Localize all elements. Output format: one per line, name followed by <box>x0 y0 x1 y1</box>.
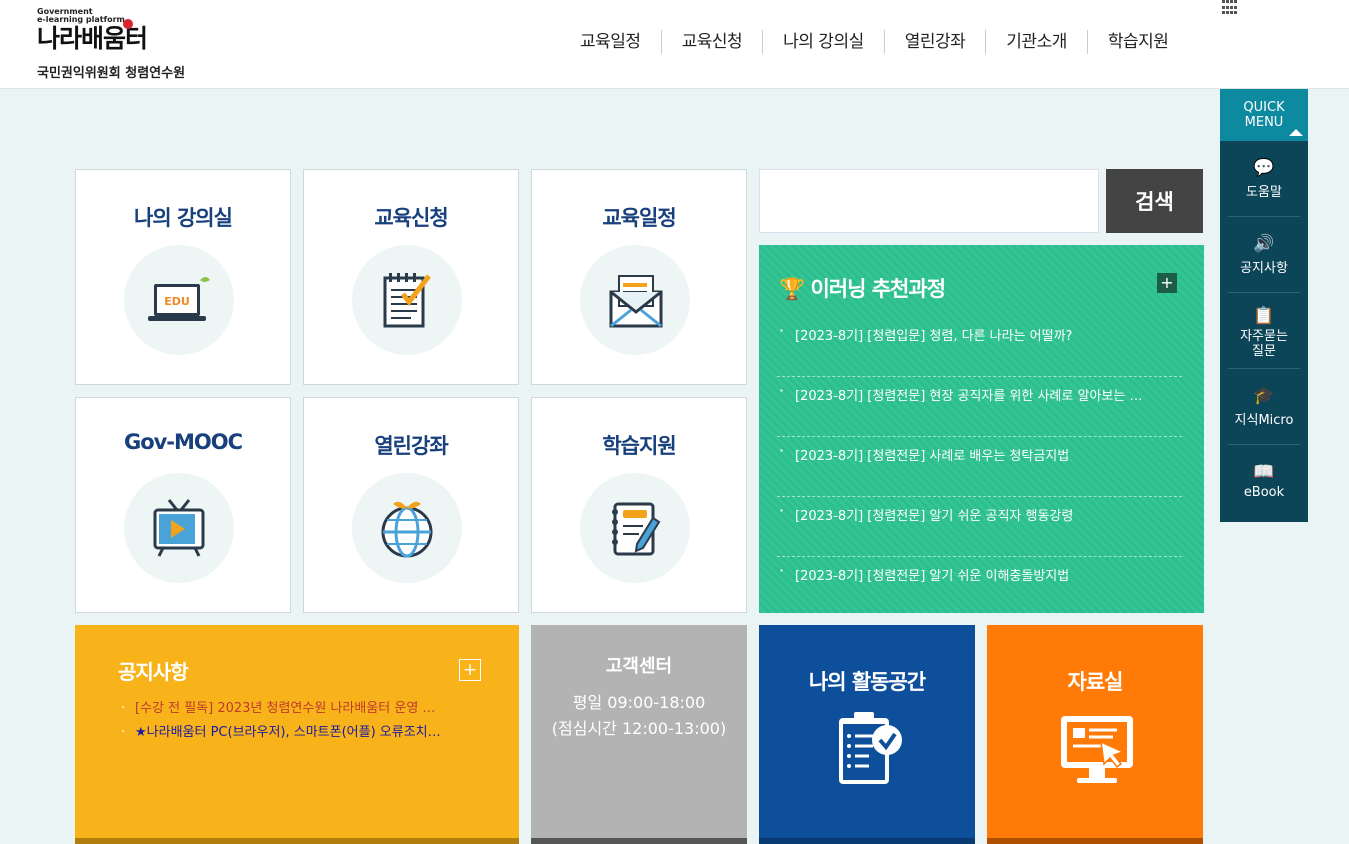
list-item[interactable]: [2023-8기] [청렴입문] 청렴, 다른 나라는 어떨까? <box>777 317 1182 377</box>
tile-gov-mooc[interactable]: Gov-MOOC <box>75 397 291 613</box>
tv-play-icon <box>124 473 234 583</box>
tile-title: Gov-MOOC <box>123 430 243 454</box>
faq-icon: 📋 <box>1253 306 1275 326</box>
tile-open-lecture[interactable]: 열린강좌 <box>303 397 519 613</box>
tile-my-classroom[interactable]: 나의 강의실 EDU <box>75 169 291 385</box>
search-input[interactable] <box>759 169 1099 233</box>
list-item[interactable]: [2023-8기] [청렴전문] 알기 쉬운 이해충돌방지법 <box>777 557 1182 617</box>
recommended-title-text: 이러닝 추천과정 <box>810 277 946 301</box>
my-activity-panel[interactable]: 나의 활동공간 <box>759 625 975 844</box>
tile-edu-schedule[interactable]: 교육일정 <box>531 169 747 385</box>
nav-support[interactable]: 학습지원 <box>1088 30 1189 54</box>
nav-about[interactable]: 기관소개 <box>986 30 1088 54</box>
tile-title: 교육신청 <box>374 206 448 230</box>
quick-menu-header[interactable]: QUICK MENU <box>1220 89 1308 141</box>
tile-learning-support[interactable]: 학습지원 <box>531 397 747 613</box>
quick-item-label: 지식Micro <box>1234 413 1294 428</box>
speaker-icon: 🔊 <box>1253 234 1275 254</box>
recommended-title: 🏆 이러닝 추천과정 <box>779 273 946 303</box>
org-name: 국민권익위원회 청렴연수원 <box>37 66 186 81</box>
quick-menu-title-1: QUICK <box>1243 100 1285 115</box>
list-item[interactable]: [수강 전 필독] 2023년 청렴연수원 나라배움터 운영 … <box>121 697 466 721</box>
list-item[interactable]: ★나라배움터 PC(브라우저), 스마트폰(어플) 오류조치… <box>121 721 466 745</box>
quick-item-help[interactable]: 💬 도움말 <box>1228 141 1300 217</box>
clipboard-check-icon <box>839 712 902 784</box>
tile-title: 나의 강의실 <box>134 206 233 230</box>
site-logo[interactable]: Government e-learning platform 나라배움터 국민권… <box>37 8 185 82</box>
nav-edu-apply[interactable]: 교육신청 <box>662 30 764 54</box>
customer-center-title: 고객센터 <box>605 656 673 677</box>
site-header: Government e-learning platform 나라배움터 국민권… <box>0 0 1349 89</box>
tile-edu-apply[interactable]: 교육신청 <box>303 169 519 385</box>
monitor-cursor-icon <box>1061 716 1133 783</box>
nav-edu-schedule[interactable]: 교육일정 <box>560 30 662 54</box>
recommended-courses-panel: 🏆 이러닝 추천과정 + [2023-8기] [청렴입문] 청렴, 다른 나라는… <box>759 245 1204 613</box>
tile-title: 열린강좌 <box>374 434 448 458</box>
collapse-arrow-icon <box>1289 129 1303 136</box>
envelope-icon <box>580 245 690 355</box>
customer-center-hours: 평일 09:00-18:00 <box>572 693 706 712</box>
tile-title: 학습지원 <box>602 434 676 458</box>
logo-dot-icon <box>123 19 133 29</box>
my-activity-title: 나의 활동공간 <box>808 670 926 694</box>
logo-name: 나라배움터 <box>37 24 148 53</box>
quick-item-micro[interactable]: 🎓 지식Micro <box>1228 369 1300 445</box>
customer-center-panel: 고객센터 평일 09:00-18:00 (점심시간 12:00-13:00) <box>531 625 747 844</box>
tile-title: 교육일정 <box>602 206 676 230</box>
main-nav: 교육일정 교육신청 나의 강의실 열린강좌 기관소개 학습지원 <box>560 30 1188 54</box>
notice-title: 공지사항 <box>118 660 189 684</box>
search-button[interactable]: 검색 <box>1106 169 1203 233</box>
nav-my-classroom[interactable]: 나의 강의실 <box>763 30 885 54</box>
library-title: 자료실 <box>1067 670 1124 694</box>
notice-panel: 공지사항 + [수강 전 필독] 2023년 청렴연수원 나라배움터 운영 … … <box>75 625 519 844</box>
edu-text: EDU <box>164 295 190 308</box>
list-item[interactable]: [2023-8기] [청렴전문] 사례로 배우는 청탁금지법 <box>777 437 1182 497</box>
all-menu-grid-icon[interactable] <box>1222 0 1238 16</box>
list-item[interactable]: [2023-8기] [청렴전문] 알기 쉬운 공직자 행동강령 <box>777 497 1182 557</box>
quick-item-faq[interactable]: 📋 자주묻는 질문 <box>1228 293 1300 369</box>
list-item[interactable]: [2023-8기] [청렴전문] 현장 공직자를 위한 사례로 알아보는 … <box>777 377 1182 437</box>
quick-item-label: 도움말 <box>1246 185 1282 200</box>
quick-item-notice[interactable]: 🔊 공지사항 <box>1228 217 1300 293</box>
notice-list: [수강 전 필독] 2023년 청렴연수원 나라배움터 운영 … ★나라배움터 … <box>121 697 466 745</box>
quick-menu-title-2: MENU <box>1244 115 1284 130</box>
notepad-check-icon <box>352 245 462 355</box>
nav-open-lecture[interactable]: 열린강좌 <box>885 30 987 54</box>
quick-item-label: 자주묻는 질문 <box>1240 329 1288 359</box>
ebook-icon: 📖 <box>1253 462 1275 482</box>
notice-more-button[interactable]: + <box>459 659 481 681</box>
library-panel[interactable]: 자료실 <box>987 625 1203 844</box>
quick-item-label: eBook <box>1243 485 1285 500</box>
trophy-icon: 🏆 <box>779 277 805 301</box>
customer-center-lunch: (점심시간 12:00-13:00) <box>551 719 727 738</box>
notebook-pencil-icon <box>580 473 690 583</box>
edu-laptop-icon: EDU <box>124 245 234 355</box>
globe-icon <box>352 473 462 583</box>
graduation-cap-icon: 🎓 <box>1253 386 1275 406</box>
quick-item-label: 공지사항 <box>1240 261 1288 276</box>
quick-menu: QUICK MENU 💬 도움말 🔊 공지사항 📋 자주묻는 질문 🎓 지식Mi… <box>1220 89 1308 522</box>
recommended-list: [2023-8기] [청렴입문] 청렴, 다른 나라는 어떨까? [2023-8… <box>777 317 1182 617</box>
recommended-more-button[interactable]: + <box>1157 273 1177 293</box>
quick-item-ebook[interactable]: 📖 eBook <box>1228 445 1300 521</box>
chat-icon: 💬 <box>1253 158 1275 178</box>
